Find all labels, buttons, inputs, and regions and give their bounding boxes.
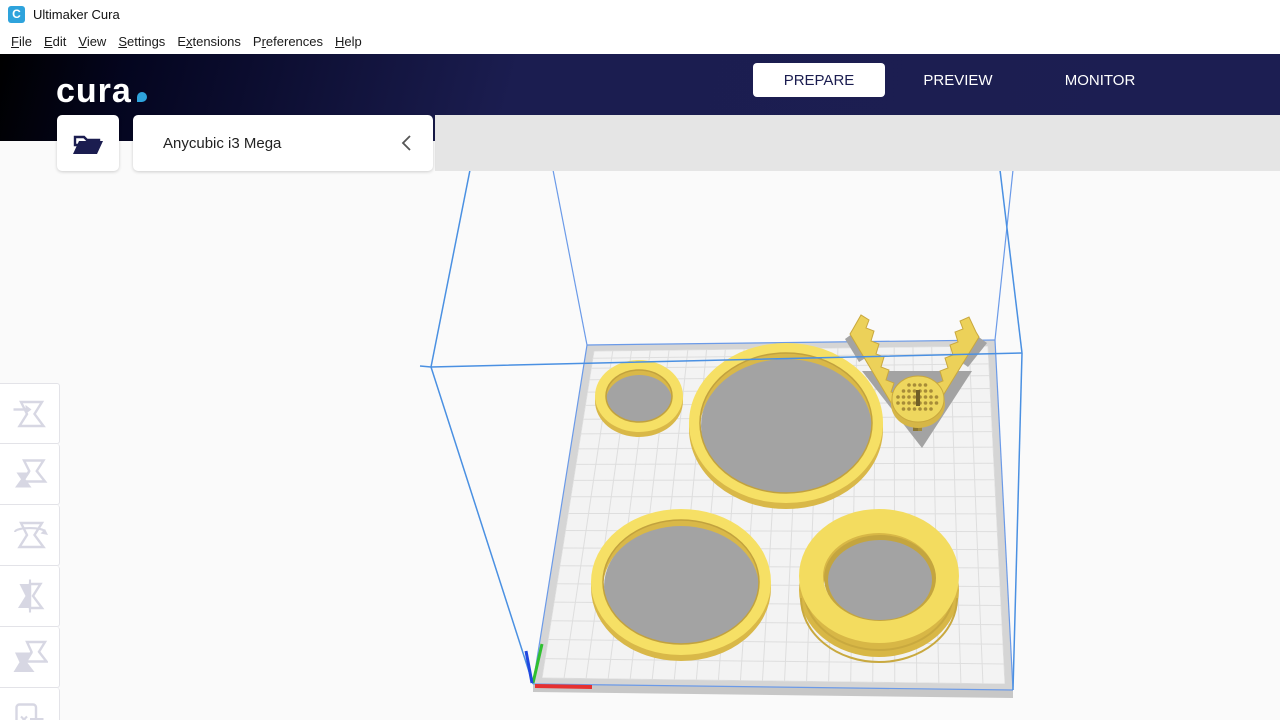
tool-per-model-settings[interactable] — [0, 627, 60, 688]
open-folder-icon — [73, 135, 103, 154]
chevron-left-icon[interactable] — [399, 132, 415, 154]
menu-file[interactable]: File — [5, 31, 38, 52]
window-titlebar: C Ultimaker Cura — [0, 0, 1280, 28]
open-file-button[interactable] — [57, 115, 119, 171]
tab-preview[interactable]: PREVIEW — [898, 63, 1018, 97]
menu-extensions[interactable]: Extensions — [171, 31, 247, 52]
tool-mirror[interactable] — [0, 566, 60, 627]
tool-rotate[interactable] — [0, 505, 60, 566]
window-title: Ultimaker Cura — [33, 6, 120, 22]
menu-bar: File Edit View Settings Extensions Prefe… — [0, 28, 1280, 54]
mirror-icon — [17, 579, 44, 613]
printer-selector[interactable]: Anycubic i3 Mega — [133, 115, 433, 171]
cura-app-icon: C — [8, 5, 25, 23]
tool-scale[interactable] — [0, 444, 60, 505]
tab-prepare[interactable]: PREPARE — [753, 63, 885, 97]
print-settings-strip[interactable] — [435, 115, 1280, 171]
tab-monitor[interactable]: MONITOR — [1038, 63, 1162, 97]
per-model-settings-icon — [13, 640, 48, 672]
scale-icon — [14, 459, 47, 488]
tool-column — [0, 383, 60, 720]
cura-logo-dot-icon — [136, 92, 147, 102]
tool-move[interactable] — [0, 383, 60, 444]
printer-name: Anycubic i3 Mega — [163, 134, 282, 152]
cura-logo: cura — [56, 72, 147, 110]
menu-view[interactable]: View — [72, 31, 112, 52]
menu-help[interactable]: Help — [329, 31, 368, 52]
x-axis-indicator — [534, 684, 593, 689]
menu-edit[interactable]: Edit — [38, 31, 72, 52]
tool-support-blocker[interactable] — [0, 688, 60, 720]
menu-settings[interactable]: Settings — [112, 31, 171, 52]
move-icon — [13, 400, 46, 427]
menu-preferences[interactable]: Preferences — [247, 31, 329, 52]
support-blocker-icon — [14, 703, 43, 720]
rotate-icon — [13, 521, 48, 549]
